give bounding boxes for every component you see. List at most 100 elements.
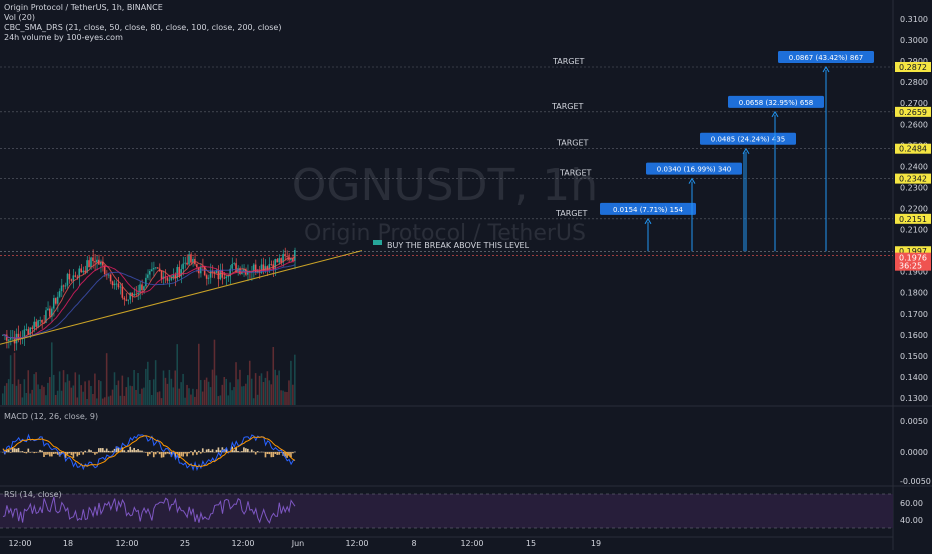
volume-bar bbox=[98, 380, 100, 405]
macd-histogram-bar bbox=[261, 452, 263, 453]
volume-bar bbox=[118, 381, 120, 405]
candle-body bbox=[137, 293, 139, 295]
candle-body bbox=[118, 284, 120, 288]
candle-body bbox=[84, 271, 86, 273]
candle-body bbox=[231, 264, 233, 269]
candle-body bbox=[182, 264, 184, 270]
volume-bar bbox=[192, 389, 194, 405]
candle-body bbox=[94, 261, 96, 262]
candle-body bbox=[53, 298, 55, 308]
target-level-value: 0.2659 bbox=[899, 108, 927, 117]
candle-body bbox=[125, 300, 127, 301]
volume-bar bbox=[255, 373, 257, 405]
candle-body bbox=[18, 334, 20, 338]
volume-bar bbox=[78, 375, 80, 405]
macd-histogram-bar bbox=[202, 448, 204, 452]
volume-bar bbox=[180, 382, 182, 405]
volume-bar bbox=[14, 353, 16, 405]
volume-bar bbox=[186, 385, 188, 405]
macd-histogram-bar bbox=[106, 449, 108, 453]
volume-bar bbox=[261, 373, 263, 405]
candle-body bbox=[208, 278, 210, 279]
time-tick-label: 12:00 bbox=[115, 539, 138, 548]
volume-bar bbox=[33, 374, 35, 405]
volume-bar bbox=[69, 381, 71, 405]
macd-histogram-bar bbox=[55, 452, 57, 454]
macd-histogram-bar bbox=[35, 452, 37, 453]
time-tick-label: 25 bbox=[180, 539, 190, 548]
volume-bar bbox=[6, 383, 8, 405]
macd-histogram-bar bbox=[80, 451, 82, 452]
macd-histogram-bar bbox=[92, 452, 94, 453]
candle-body bbox=[145, 278, 147, 286]
volume-bar bbox=[27, 370, 29, 405]
buy-break-annotation: BUY THE BREAK ABOVE THIS LEVEL bbox=[387, 241, 530, 250]
time-tick-label: 12:00 bbox=[8, 539, 31, 548]
volume-bar bbox=[135, 390, 137, 405]
volume-bar bbox=[41, 385, 43, 405]
target-label: TARGET bbox=[555, 209, 588, 218]
macd-histogram-bar bbox=[33, 452, 35, 453]
macd-histogram-bar bbox=[147, 452, 149, 456]
time-tick-label: 12:00 bbox=[231, 539, 254, 548]
indicator-24h-volume: 24h volume by 100-eyes.com bbox=[4, 33, 123, 43]
chart-title: Origin Protocol / TetherUS, 1h, BINANCE bbox=[4, 3, 163, 13]
candle-body bbox=[286, 256, 288, 257]
volume-bar bbox=[29, 393, 31, 405]
candle-body bbox=[35, 322, 37, 327]
chart-svg[interactable]: OGNUSDT, 1hOrigin Protocol / TetherUS0.3… bbox=[0, 0, 932, 550]
volume-bar bbox=[39, 389, 41, 405]
macd-histogram-bar bbox=[276, 452, 278, 455]
macd-histogram-bar bbox=[274, 452, 276, 454]
macd-histogram-bar bbox=[108, 451, 110, 452]
price-tick-label: 0.1700 bbox=[900, 310, 928, 319]
candle-body bbox=[63, 286, 65, 287]
volume-bar bbox=[233, 387, 235, 405]
macd-histogram-bar bbox=[200, 452, 202, 454]
volume-bar bbox=[182, 374, 184, 405]
volume-bar bbox=[269, 380, 271, 405]
volume-bar bbox=[10, 355, 12, 405]
candle-body bbox=[65, 286, 67, 287]
target-label: TARGET bbox=[559, 169, 592, 178]
macd-histogram-bar bbox=[10, 452, 12, 453]
macd-histogram-bar bbox=[135, 450, 137, 452]
macd-histogram-bar bbox=[182, 452, 184, 457]
macd-histogram-bar bbox=[265, 452, 267, 457]
volume-bar bbox=[24, 379, 26, 405]
volume-bar bbox=[159, 391, 161, 405]
macd-histogram-bar bbox=[294, 452, 296, 453]
volume-bar bbox=[153, 379, 155, 405]
chart-stage: OGNUSDT, 1hOrigin Protocol / TetherUS0.3… bbox=[0, 0, 932, 550]
volume-bar bbox=[286, 392, 288, 405]
macd-histogram-bar bbox=[163, 452, 165, 457]
macd-histogram-bar bbox=[188, 452, 190, 453]
price-tick-label: 0.2100 bbox=[900, 226, 928, 235]
volume-bar bbox=[96, 398, 98, 405]
candle-body bbox=[216, 271, 218, 273]
volume-bar bbox=[259, 376, 261, 405]
macd-histogram-bar bbox=[149, 452, 151, 454]
candle-body bbox=[233, 263, 235, 264]
candle-body bbox=[227, 276, 229, 277]
macd-histogram-bar bbox=[253, 451, 255, 452]
macd-histogram-bar bbox=[137, 449, 139, 452]
volume-bar bbox=[272, 347, 274, 405]
macd-histogram-bar bbox=[237, 451, 239, 452]
volume-bar bbox=[26, 393, 28, 405]
volume-bar bbox=[161, 398, 163, 405]
macd-histogram-bar bbox=[26, 452, 28, 453]
macd-histogram-bar bbox=[27, 449, 29, 453]
candle-body bbox=[67, 274, 69, 286]
macd-histogram-bar bbox=[78, 452, 80, 455]
macd-histogram-bar bbox=[16, 449, 18, 453]
volume-bar bbox=[104, 397, 106, 405]
volume-bar bbox=[55, 395, 57, 405]
macd-histogram-bar bbox=[24, 452, 26, 453]
candle-body bbox=[80, 269, 82, 273]
macd-histogram-bar bbox=[255, 452, 257, 455]
candle-body bbox=[108, 275, 110, 276]
candle-body bbox=[69, 274, 71, 279]
volume-bar bbox=[35, 372, 37, 405]
candle-body bbox=[133, 294, 135, 296]
